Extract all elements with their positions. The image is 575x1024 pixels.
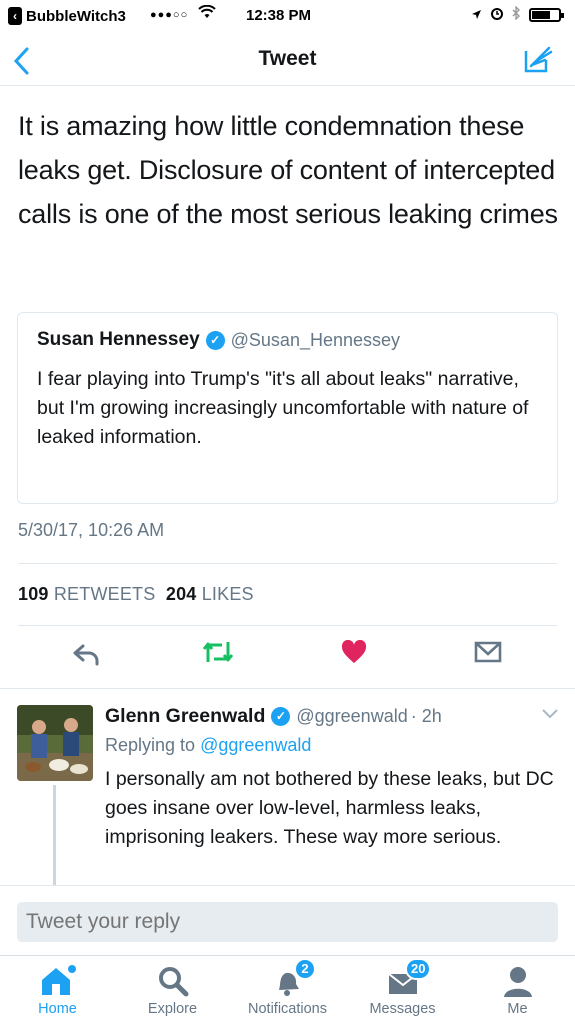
tab-bar: Home Explore 2 Notifications 20 Messages… bbox=[0, 955, 575, 1024]
nav-title: Tweet bbox=[258, 47, 317, 70]
back-app-label: BubbleWitch3 bbox=[26, 7, 126, 25]
verified-badge-icon: ✓ bbox=[271, 707, 291, 726]
chevron-down-icon[interactable] bbox=[541, 707, 559, 725]
tab-home[interactable]: Home bbox=[0, 956, 115, 1024]
avatar[interactable] bbox=[17, 705, 93, 781]
quoted-tweet-text: I fear playing into Trump's "it's all ab… bbox=[37, 368, 529, 448]
bluetooth-icon bbox=[512, 5, 521, 23]
tab-notifications[interactable]: 2 Notifications bbox=[230, 956, 345, 1024]
quoted-author-name: Susan Hennessey bbox=[37, 329, 200, 350]
reply-composer bbox=[0, 885, 575, 955]
search-icon bbox=[115, 964, 230, 998]
back-app-chevron-icon: ‹ bbox=[8, 7, 22, 25]
status-bar: ‹ BubbleWitch3 ●●●○○ 12:38 PM bbox=[0, 0, 575, 34]
battery-icon bbox=[529, 7, 564, 22]
bell-icon bbox=[230, 964, 345, 998]
person-icon bbox=[460, 964, 575, 998]
compose-icon[interactable] bbox=[523, 46, 553, 79]
tab-explore[interactable]: Explore bbox=[115, 956, 230, 1024]
tweet-text: It is amazing how little condemnation th… bbox=[18, 111, 558, 229]
location-arrow-icon bbox=[471, 7, 482, 23]
reply-author-name: Glenn Greenwald bbox=[105, 705, 266, 727]
likes-count: 204 bbox=[165, 584, 197, 604]
reply-author-handle: @ggreenwald bbox=[296, 706, 408, 726]
retweets-label: RETWEETS bbox=[53, 584, 156, 604]
reply-input[interactable] bbox=[17, 902, 558, 942]
divider bbox=[18, 563, 557, 564]
tweet-stats: 109 RETWEETS 204 LIKES bbox=[18, 584, 254, 605]
tab-label: Me bbox=[507, 1001, 528, 1017]
status-time: 12:38 PM bbox=[246, 7, 312, 24]
reply-text: I personally am not bothered by these le… bbox=[105, 768, 554, 848]
likes-label: LIKES bbox=[201, 584, 254, 604]
messages-badge: 20 bbox=[405, 958, 432, 980]
retweet-icon[interactable] bbox=[201, 640, 235, 669]
home-icon bbox=[0, 964, 115, 998]
replying-prefix: Replying to bbox=[105, 735, 196, 755]
heart-icon[interactable] bbox=[341, 639, 367, 669]
retweets-stat[interactable]: 109 RETWEETS bbox=[18, 584, 155, 604]
alarm-icon bbox=[490, 6, 504, 23]
reply-icon[interactable] bbox=[72, 640, 100, 671]
envelope-icon bbox=[345, 964, 460, 998]
quoted-author-handle: @Susan_Hennessey bbox=[230, 329, 401, 350]
divider bbox=[18, 625, 557, 626]
thread-line bbox=[53, 785, 56, 885]
tweet-timestamp: 5/30/17, 10:26 AM bbox=[18, 520, 165, 540]
reply-tweet[interactable]: Glenn Greenwald ✓ @ggreenwald · 2h Reply… bbox=[0, 688, 575, 885]
notifications-badge: 2 bbox=[294, 958, 316, 980]
replying-to-link[interactable]: @ggreenwald bbox=[200, 735, 311, 755]
tab-messages[interactable]: 20 Messages bbox=[345, 956, 460, 1024]
nav-bar: Tweet bbox=[0, 34, 575, 86]
quoted-tweet[interactable]: Susan Hennessey ✓ @Susan_Hennessey I fea… bbox=[17, 312, 558, 504]
tab-me[interactable]: Me bbox=[460, 956, 575, 1024]
back-to-app-button[interactable]: ‹ BubbleWitch3 bbox=[8, 7, 126, 25]
tweet-actions bbox=[0, 639, 575, 672]
wifi-icon bbox=[198, 4, 216, 24]
replying-to: Replying to @ggreenwald bbox=[105, 735, 311, 756]
direct-message-icon[interactable] bbox=[474, 640, 502, 669]
verified-badge-icon: ✓ bbox=[205, 330, 225, 350]
retweets-count: 109 bbox=[18, 584, 49, 604]
signal-strength-icon: ●●●○○ bbox=[150, 9, 189, 21]
reply-time: · 2h bbox=[410, 706, 442, 726]
likes-stat[interactable]: 204 LIKES bbox=[166, 584, 254, 604]
